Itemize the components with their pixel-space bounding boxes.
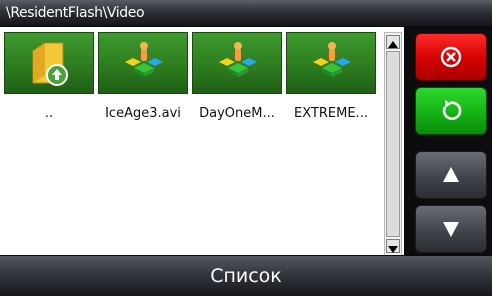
file-item-label: .. [44,106,54,121]
scroll-down-button[interactable] [386,239,400,253]
file-item[interactable]: IceAge3.avi [98,32,188,127]
right-action-panel [404,26,492,255]
scroll-thumb[interactable] [386,51,400,237]
refresh-icon [442,100,462,121]
current-path: \ResidentFlash\Video [6,5,145,21]
scroll-down-icon [388,246,398,253]
file-item-label: IceAge3.avi [105,106,181,121]
vertical-scrollbar[interactable] [384,32,402,256]
arrow-up-icon [443,167,459,182]
scroll-page-up-button[interactable] [415,151,487,199]
folder-up-icon [32,42,68,86]
arrow-down-icon [443,222,459,237]
video-file-icon [125,42,163,77]
file-item[interactable]: DayOneM... [192,32,282,127]
scroll-up-icon [388,41,398,48]
scroll-page-down-button[interactable] [415,205,487,253]
file-item[interactable]: EXTREME... [286,32,376,127]
path-bar: \ResidentFlash\Video [0,0,492,27]
file-item-label: DayOneM... [199,106,275,121]
video-file-icon [219,42,257,77]
file-grid: .. IceAge3.avi DayOneM... EXTREME... [4,32,382,256]
file-item-label: EXTREME... [294,106,368,121]
close-button[interactable] [415,33,487,81]
video-file-icon [313,42,351,77]
close-icon [440,46,462,68]
scroll-up-button[interactable] [386,35,400,49]
refresh-button[interactable] [415,87,487,135]
bottom-bar: Список [0,255,492,296]
screen-title: Список [210,265,282,287]
file-item-parent[interactable]: .. [4,32,94,127]
